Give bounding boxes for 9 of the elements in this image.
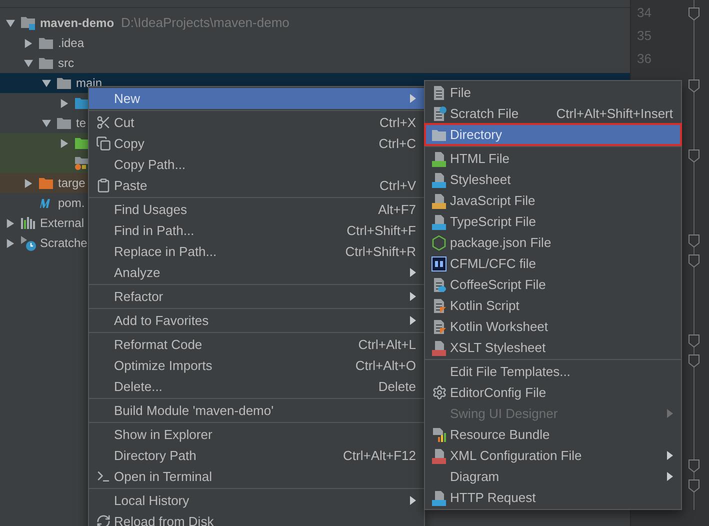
tree-item-label: src: [58, 57, 74, 69]
project-path: D:\IdeaProjects\maven-demo: [121, 14, 290, 32]
tree-item-label: External: [40, 217, 84, 229]
tree-item-label: .idea: [58, 37, 84, 49]
tree-item-label: maven-demo: [40, 17, 114, 29]
tree-item-label: Scratche: [40, 237, 88, 249]
tree-item-label: te: [76, 117, 86, 129]
tree-item-label: pom.: [58, 197, 85, 209]
tree-item-label: targe: [58, 177, 86, 189]
